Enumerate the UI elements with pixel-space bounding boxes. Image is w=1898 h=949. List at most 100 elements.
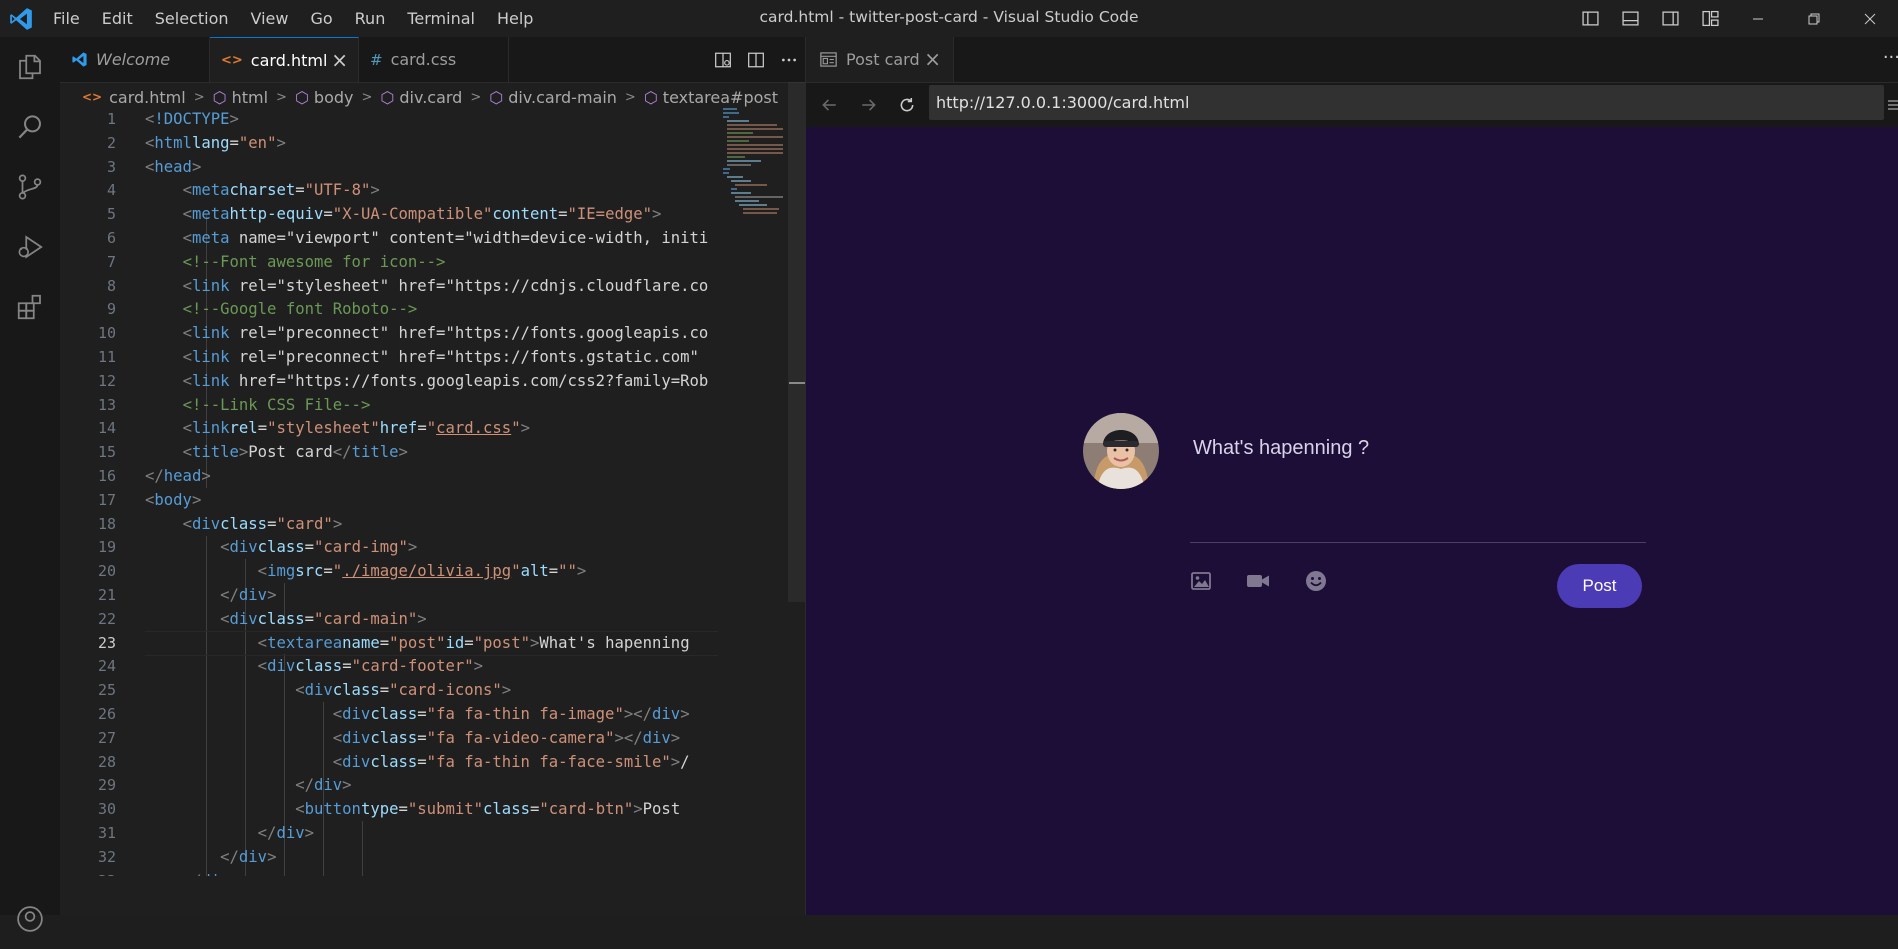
menu-file[interactable]: File — [42, 0, 91, 37]
open-preview-icon[interactable] — [706, 37, 739, 82]
post-button[interactable]: Post — [1557, 564, 1642, 608]
line-number: 6 — [106, 228, 116, 247]
tab-card-css[interactable]: # card.css — [359, 37, 509, 82]
code-line: <body> — [145, 490, 202, 509]
code-line: <divclass="card"> — [182, 514, 343, 533]
menu-icon[interactable] — [1888, 97, 1898, 116]
breadcrumb-label: div.card-main — [508, 87, 617, 107]
menu-terminal[interactable]: Terminal — [396, 0, 486, 37]
breadcrumb-label: div.card — [399, 87, 463, 107]
code-line: </div> — [220, 585, 277, 604]
breadcrumb-item[interactable]: ⬡ html — [213, 88, 268, 107]
minimap[interactable] — [723, 108, 783, 218]
line-number: 28 — [97, 752, 116, 771]
menu-run[interactable]: Run — [344, 0, 397, 37]
tab-card-html[interactable]: <> card.html × — [210, 37, 359, 82]
code-line: <textareaname="post"id="post">What's hap… — [145, 630, 718, 657]
code-editor[interactable]: 1 2 3 4 5 6 7 8 9 10 11 12 13 14 15 16 17 18 19 20 21 22 23 24 2… — [60, 108, 718, 876]
code-line: <divclass="fa fa-video-camera"></div> — [332, 728, 681, 747]
resize-sash[interactable] — [789, 382, 805, 384]
menu-view[interactable]: View — [240, 0, 300, 37]
line-number: 13 — [97, 395, 116, 414]
split-editor-icon[interactable] — [739, 37, 772, 82]
forward-arrow-icon[interactable] — [855, 91, 883, 119]
account-icon[interactable] — [0, 889, 60, 949]
tab-post-card[interactable]: Post card × — [806, 37, 954, 82]
menu-go[interactable]: Go — [299, 0, 343, 37]
video-camera-icon[interactable] — [1246, 569, 1270, 593]
close-window-icon[interactable] — [1842, 0, 1898, 37]
tab-label: Post card — [846, 50, 920, 69]
code-line: <!--Google font Roboto--> — [182, 300, 418, 319]
breadcrumb-item[interactable]: <> card.html — [82, 88, 186, 107]
html-file-icon: <> — [82, 90, 103, 104]
page-viewport: What's hapenning ? Post — [806, 127, 1898, 915]
toggle-secondary-sidebar-icon[interactable] — [1650, 0, 1690, 37]
extensions-icon[interactable] — [0, 277, 60, 337]
code-line: <divclass="card-footer"> — [257, 657, 484, 676]
code-line: </div> — [220, 847, 277, 866]
chevron-right-icon: > — [470, 89, 482, 105]
element-icon: ⬡ — [489, 87, 504, 107]
element-icon: ⬡ — [294, 87, 309, 107]
menu-edit[interactable]: Edit — [91, 0, 144, 37]
line-number: 7 — [106, 252, 116, 271]
line-number: 1 — [106, 110, 116, 128]
code-line: <meta name="viewport" content="width=dev… — [182, 228, 709, 247]
element-icon: ⬡ — [380, 87, 395, 107]
more-actions-icon[interactable] — [772, 37, 805, 82]
reload-icon[interactable] — [893, 91, 921, 119]
line-number: 30 — [97, 800, 116, 819]
tab-welcome[interactable]: Welcome — [60, 37, 210, 82]
breadcrumb-label: card.html — [109, 87, 186, 107]
preview-panel: Post card × ··· http://127.0.0.1:3000/ca… — [806, 37, 1898, 915]
code-line: <!--Font awesome for icon--> — [182, 252, 446, 271]
more-actions-icon[interactable]: ··· — [1883, 47, 1898, 68]
code-line: <buttontype="submit"class="card-btn">Pos… — [295, 800, 681, 819]
toggle-primary-sidebar-icon[interactable] — [1570, 0, 1610, 37]
line-number: 5 — [106, 205, 116, 224]
breadcrumb-item[interactable]: ⬡ body — [295, 88, 354, 107]
restore-icon[interactable] — [1786, 0, 1842, 37]
chevron-right-icon: > — [193, 89, 205, 105]
minimize-icon[interactable] — [1730, 0, 1786, 37]
close-tab-icon[interactable]: × — [924, 49, 941, 69]
source-control-icon[interactable] — [0, 157, 60, 217]
code-line: <divclass="card-main"> — [220, 609, 427, 628]
browser-preview-icon — [820, 52, 837, 67]
breadcrumb-item[interactable]: ⬡ div.card — [380, 88, 462, 107]
image-icon[interactable] — [1189, 569, 1213, 593]
code-line: </div> — [295, 776, 352, 795]
line-number: 3 — [106, 157, 116, 176]
line-number-gutter: 1 2 3 4 5 6 7 8 9 10 11 12 13 14 15 16 17 18 19 20 21 22 23 24 2… — [60, 108, 116, 876]
line-number: 20 — [97, 562, 116, 581]
breadcrumb-item[interactable]: ⬡ div.card-main — [489, 88, 617, 107]
code-line: <link href="https://fonts.googleapis.com… — [182, 371, 709, 390]
preview-tabs: Post card × ··· — [806, 37, 1898, 83]
code-line: <!--Link CSS File--> — [182, 395, 371, 414]
smile-icon[interactable] — [1304, 569, 1328, 593]
explorer-icon[interactable] — [0, 37, 60, 97]
toggle-panel-icon[interactable] — [1610, 0, 1650, 37]
vertical-scrollbar[interactable] — [788, 82, 805, 602]
search-icon[interactable] — [0, 97, 60, 157]
menu-help[interactable]: Help — [486, 0, 544, 37]
line-number: 31 — [97, 823, 116, 842]
code-line: <link rel="preconnect" href="https://fon… — [182, 347, 699, 366]
back-arrow-icon[interactable] — [815, 91, 843, 119]
chevron-right-icon: > — [276, 89, 287, 105]
html-file-icon: <> — [221, 52, 243, 68]
customize-layout-icon[interactable] — [1690, 0, 1730, 37]
url-input[interactable]: http://127.0.0.1:3000/card.html — [929, 85, 1884, 120]
run-debug-icon[interactable] — [0, 217, 60, 277]
title-bar: File Edit Selection View Go Run Terminal… — [0, 0, 1898, 37]
line-number: 2 — [106, 133, 116, 152]
editor-tabs: Welcome <> card.html × # card.css — [60, 37, 805, 83]
avatar — [1083, 413, 1159, 489]
code-line: <head> — [145, 157, 202, 176]
line-number: 16 — [97, 466, 116, 485]
breadcrumb-item[interactable]: ⬡ textarea#post — [644, 88, 778, 107]
close-tab-icon[interactable]: × — [331, 50, 348, 70]
menu-selection[interactable]: Selection — [144, 0, 240, 37]
post-textarea[interactable]: What's hapenning ? — [1193, 437, 1369, 460]
